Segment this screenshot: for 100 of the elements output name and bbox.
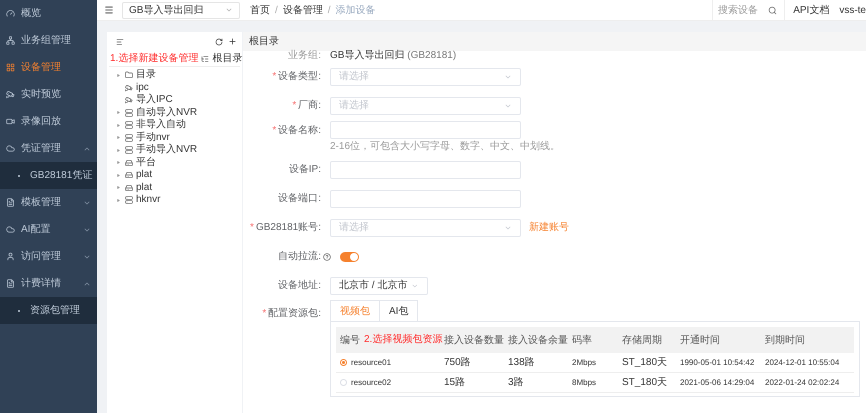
camera-icon	[125, 96, 133, 104]
refresh-icon[interactable]	[215, 38, 223, 46]
annotation-text: 2.选择视频包资源	[364, 335, 442, 345]
text-field[interactable]	[330, 190, 521, 208]
field-label: 设备IP:	[288, 163, 321, 177]
server-icon	[125, 146, 133, 154]
field-label: 设备名称:	[278, 124, 321, 138]
sidebar-item[interactable]: 业务组管理	[0, 27, 97, 54]
table-cell: resource02	[351, 376, 392, 388]
breadcrumb-separator: /	[328, 4, 331, 18]
field-label: 厂商:	[298, 98, 321, 113]
folder-icon	[125, 71, 133, 80]
header-link[interactable]: vss-te	[839, 2, 866, 18]
sidebar-item[interactable]: 访问管理	[0, 243, 97, 270]
caret-icon	[117, 74, 120, 77]
caret-icon	[117, 136, 120, 140]
field-label: 设备类型:	[278, 70, 321, 84]
chevron-down-icon	[225, 6, 233, 14]
caret-icon	[117, 186, 120, 190]
drive-icon	[125, 158, 133, 167]
required-asterisk: *	[262, 307, 266, 321]
field-label: 设备端口:	[278, 192, 321, 206]
toggle-switch[interactable]	[340, 252, 359, 262]
sidebar-item[interactable]: AI配置	[0, 216, 97, 243]
help-icon[interactable]	[323, 252, 331, 260]
sidebar-item[interactable]: 凭证管理	[0, 135, 97, 162]
tree-node[interactable]: 非导入自动	[107, 119, 242, 132]
package-tab[interactable]: AI包	[380, 300, 418, 322]
column-header: 开通时间	[680, 334, 720, 348]
tree-node[interactable]: plat	[107, 182, 242, 194]
field-label: 业务组:	[288, 48, 321, 62]
collapse-icon[interactable]	[116, 38, 124, 46]
sidebar-item[interactable]: 计费详情	[0, 270, 97, 297]
tree-node[interactable]: hknvr	[107, 194, 242, 206]
sidebar-item[interactable]: 录像回放	[0, 108, 97, 135]
radio-button[interactable]	[340, 359, 347, 366]
search-field[interactable]: 搜索设备	[718, 2, 768, 18]
table-cell-text: 138路	[508, 356, 535, 370]
cloud-icon	[6, 225, 15, 234]
server-icon	[125, 108, 133, 117]
camera-icon	[125, 84, 133, 92]
tree-node[interactable]: 手动导入NVR	[107, 144, 242, 156]
table-cell: 2024-12-01 10:55:04	[765, 356, 840, 368]
text-field[interactable]	[330, 121, 521, 139]
field-label: 配置资源包:	[268, 306, 321, 321]
address-select[interactable]: 北京市 / 北京市	[330, 276, 428, 294]
table-cell-text: 15路	[444, 376, 466, 390]
table-cell: 2021-05-06 14:29:04	[680, 376, 754, 388]
column-header: 接入设备余量	[508, 334, 568, 348]
tree-node[interactable]: 手动nvr	[107, 132, 242, 144]
table-row[interactable]: resource02 15路 3路 8Mbps ST_180天 2021-05-06 14:29:04 2022-01-24 02:02:24	[336, 373, 854, 393]
breadcrumb-link[interactable]: 设备管理	[282, 2, 323, 18]
document-icon	[6, 198, 15, 207]
field-hint: 2-16位，可包含大小写字母、数字、中文、中划线。	[330, 142, 560, 152]
table-cell-text: ST_180天	[622, 376, 668, 390]
sidebar-subitem[interactable]: 资源包管理	[0, 297, 97, 324]
add-icon[interactable]	[228, 37, 237, 46]
drive-icon	[125, 171, 133, 180]
required-asterisk: *	[292, 99, 296, 113]
header-link[interactable]: API文档	[793, 2, 830, 18]
search-icon	[768, 6, 778, 14]
table-cell: resource01	[351, 356, 392, 368]
menu-icon[interactable]	[104, 5, 114, 15]
column-header: 码率	[572, 334, 592, 348]
column-header: 到期时间	[765, 334, 805, 348]
caret-icon	[117, 174, 120, 177]
required-asterisk: *	[272, 70, 276, 84]
tree-root[interactable]: 根目录	[212, 54, 242, 64]
tree-node[interactable]: 平台	[107, 156, 242, 169]
drive-icon	[125, 184, 133, 192]
table-row[interactable]: resource01 750路 138路 2Mbps ST_180天 1990-05-01 10:54:42 2024-12-01 10:55:04	[336, 353, 854, 373]
field-label: 自动拉流:	[278, 250, 321, 264]
camera-icon	[6, 90, 15, 99]
video-camera-icon	[6, 117, 15, 126]
column-header: 存储周期	[622, 334, 662, 348]
required-asterisk: *	[272, 124, 276, 138]
required-asterisk: *	[250, 221, 254, 235]
grid-icon	[6, 63, 15, 72]
sidebar-subitem[interactable]: GB28181凭证	[0, 162, 97, 189]
tree-node[interactable]: 目录	[107, 69, 242, 82]
tree-node[interactable]: ipc	[107, 82, 242, 94]
tree-node[interactable]: 自动导入NVR	[107, 106, 242, 119]
sidebar-item[interactable]: 设备管理	[0, 54, 97, 81]
table-cell-text: 3路	[508, 376, 524, 390]
table-cell: 8Mbps	[572, 376, 596, 388]
table-cell: 1990-05-01 10:54:42	[680, 356, 754, 368]
sidebar-item[interactable]: 模板管理	[0, 189, 97, 216]
server-icon	[125, 134, 133, 142]
document-icon	[6, 279, 15, 288]
user-icon	[6, 252, 15, 261]
caret-icon	[117, 111, 120, 114]
tree-node[interactable]: 导入IPC	[107, 94, 242, 106]
caret-icon	[117, 161, 120, 164]
text-field[interactable]	[330, 160, 521, 178]
sidebar-item[interactable]: 实时预览	[0, 81, 97, 108]
sidebar-item[interactable]: 概览	[0, 0, 97, 27]
tree-node[interactable]: plat	[107, 169, 242, 182]
group-select[interactable]: GB导入导出回归	[122, 2, 240, 18]
breadcrumb-link[interactable]: 首页	[250, 2, 270, 18]
breadcrumb-separator: /	[275, 4, 278, 18]
